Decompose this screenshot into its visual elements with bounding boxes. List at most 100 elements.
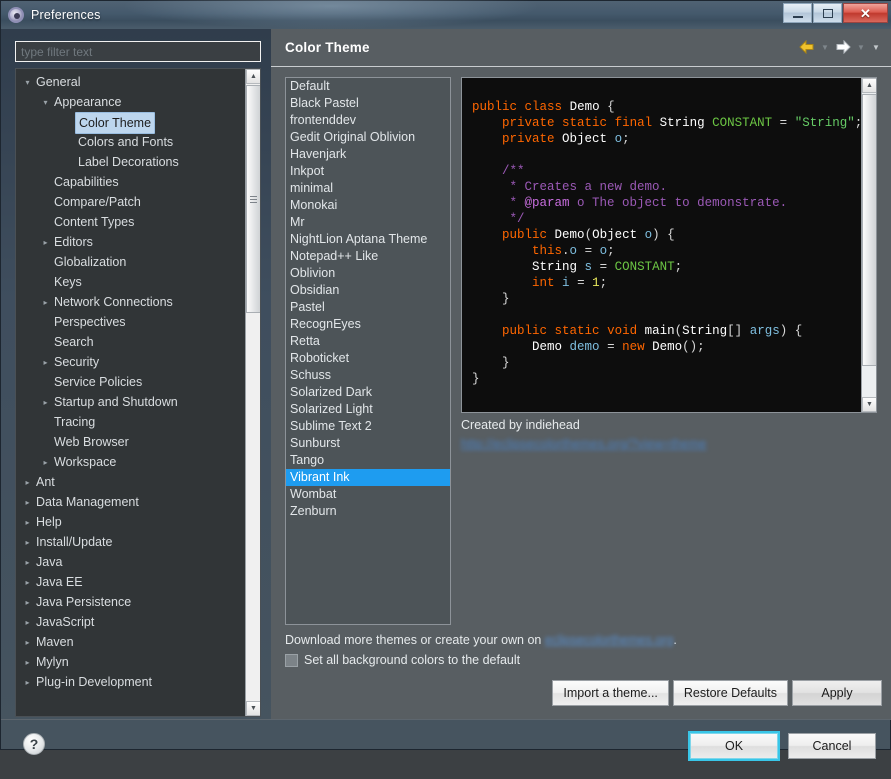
forward-arrow-icon[interactable]	[834, 38, 852, 56]
chevron-right-icon[interactable]	[22, 553, 33, 573]
theme-list-item[interactable]: frontenddev	[286, 112, 450, 129]
chevron-right-icon[interactable]	[22, 613, 33, 633]
chevron-right-icon[interactable]	[40, 353, 51, 373]
theme-list-item[interactable]: Havenjark	[286, 146, 450, 163]
restore-defaults-button[interactable]: Restore Defaults	[673, 680, 788, 706]
sidebar-item-java-ee[interactable]: Java EE	[16, 572, 246, 592]
eclipsecolorthemes-link[interactable]: eclipsecolorthemes.org	[545, 633, 674, 647]
sidebar-item-install-update[interactable]: Install/Update	[16, 532, 246, 552]
theme-list-item[interactable]: Wombat	[286, 486, 450, 503]
sidebar-item-mylyn[interactable]: Mylyn	[16, 652, 246, 672]
sidebar-item-data-management[interactable]: Data Management	[16, 492, 246, 512]
theme-list-item[interactable]: Sunburst	[286, 435, 450, 452]
sidebar-item-label-decorations[interactable]: Label Decorations	[16, 152, 246, 172]
theme-list-item[interactable]: Gedit Original Oblivion	[286, 129, 450, 146]
filter-input[interactable]: type filter text	[15, 41, 261, 62]
view-menu-chevron-down-icon[interactable]: ▼	[870, 38, 882, 56]
theme-list-item[interactable]: Obsidian	[286, 282, 450, 299]
chevron-right-icon[interactable]	[22, 533, 33, 553]
back-history-chevron-down-icon[interactable]: ▼	[819, 38, 831, 56]
theme-list-item[interactable]: Monokai	[286, 197, 450, 214]
apply-button[interactable]: Apply	[792, 680, 882, 706]
import-theme-button[interactable]: Import a theme...	[552, 680, 668, 706]
sidebar-item-search[interactable]: Search	[16, 332, 246, 352]
sidebar-item-keys[interactable]: Keys	[16, 272, 246, 292]
theme-list-item[interactable]: Black Pastel	[286, 95, 450, 112]
theme-list-item[interactable]: minimal	[286, 180, 450, 197]
minimize-button[interactable]	[783, 3, 812, 23]
tree-scrollbar-thumb[interactable]	[246, 85, 261, 313]
chevron-right-icon[interactable]	[22, 653, 33, 673]
chevron-right-icon[interactable]	[22, 573, 33, 593]
chevron-right-icon[interactable]	[22, 513, 33, 533]
sidebar-item-globalization[interactable]: Globalization	[16, 252, 246, 272]
theme-list-item[interactable]: Sublime Text 2	[286, 418, 450, 435]
chevron-right-icon[interactable]	[22, 493, 33, 513]
sidebar-item-security[interactable]: Security	[16, 352, 246, 372]
close-button[interactable]: ✕	[843, 3, 888, 23]
chevron-down-icon[interactable]	[22, 73, 33, 93]
sidebar-item-compare-patch[interactable]: Compare/Patch	[16, 192, 246, 212]
theme-list-item[interactable]: Tango	[286, 452, 450, 469]
theme-list-item[interactable]: NightLion Aptana Theme	[286, 231, 450, 248]
tree-scroll-up-icon[interactable]: ▲	[246, 69, 261, 84]
theme-list-item[interactable]: Pastel	[286, 299, 450, 316]
sidebar-item-ant[interactable]: Ant	[16, 472, 246, 492]
sidebar-item-workspace[interactable]: Workspace	[16, 452, 246, 472]
sidebar-item-startup-and-shutdown[interactable]: Startup and Shutdown	[16, 392, 246, 412]
help-question-icon[interactable]: ?	[23, 733, 45, 755]
sidebar-item-plug-in-development[interactable]: Plug-in Development	[16, 672, 246, 692]
theme-list-item[interactable]: RecognEyes	[286, 316, 450, 333]
chevron-right-icon[interactable]	[22, 673, 33, 693]
forward-history-chevron-down-icon[interactable]: ▼	[855, 38, 867, 56]
chevron-right-icon[interactable]	[40, 233, 51, 253]
theme-list-item[interactable]: Vibrant Ink	[286, 469, 450, 486]
theme-list-item[interactable]: Retta	[286, 333, 450, 350]
sidebar-item-general[interactable]: General	[16, 72, 246, 92]
theme-list[interactable]: DefaultBlack PastelfrontenddevGedit Orig…	[285, 77, 451, 625]
preview-scrollbar[interactable]: ▲ ▼	[861, 78, 876, 412]
sidebar-item-help[interactable]: Help	[16, 512, 246, 532]
chevron-down-icon[interactable]	[40, 93, 51, 113]
chevron-right-icon[interactable]	[40, 393, 51, 413]
preview-scroll-down-icon[interactable]: ▼	[862, 397, 877, 412]
sidebar-item-capabilities[interactable]: Capabilities	[16, 172, 246, 192]
tree-scroll-down-icon[interactable]: ▼	[246, 701, 261, 716]
sidebar-item-javascript[interactable]: JavaScript	[16, 612, 246, 632]
sidebar-item-color-theme[interactable]: Color Theme	[16, 112, 246, 132]
sidebar-item-maven[interactable]: Maven	[16, 632, 246, 652]
sidebar-item-editors[interactable]: Editors	[16, 232, 246, 252]
tree-scrollbar[interactable]: ▲ ▼	[245, 69, 260, 716]
preview-scrollbar-thumb[interactable]	[862, 94, 877, 366]
maximize-button[interactable]	[813, 3, 842, 23]
ok-button[interactable]: OK	[690, 733, 778, 759]
sidebar-item-perspectives[interactable]: Perspectives	[16, 312, 246, 332]
theme-list-item[interactable]: Roboticket	[286, 350, 450, 367]
sidebar-item-web-browser[interactable]: Web Browser	[16, 432, 246, 452]
theme-list-item[interactable]: Solarized Light	[286, 401, 450, 418]
sidebar-item-java-persistence[interactable]: Java Persistence	[16, 592, 246, 612]
default-background-checkbox-row[interactable]: Set all background colors to the default	[285, 653, 520, 667]
theme-list-item[interactable]: Mr	[286, 214, 450, 231]
sidebar-item-tracing[interactable]: Tracing	[16, 412, 246, 432]
back-arrow-icon[interactable]	[798, 38, 816, 56]
theme-author-link[interactable]: http://eclipsecolorthemes.org/?view=them…	[461, 437, 756, 451]
sidebar-item-java[interactable]: Java	[16, 552, 246, 572]
sidebar-item-content-types[interactable]: Content Types	[16, 212, 246, 232]
theme-list-item[interactable]: Solarized Dark	[286, 384, 450, 401]
sidebar-item-network-connections[interactable]: Network Connections	[16, 292, 246, 312]
default-background-checkbox[interactable]	[285, 654, 298, 667]
chevron-right-icon[interactable]	[22, 593, 33, 613]
preview-scroll-up-icon[interactable]: ▲	[862, 78, 877, 93]
sidebar-item-service-policies[interactable]: Service Policies	[16, 372, 246, 392]
theme-list-item[interactable]: Notepad++ Like	[286, 248, 450, 265]
theme-list-item[interactable]: Default	[286, 78, 450, 95]
chevron-right-icon[interactable]	[22, 473, 33, 493]
sidebar-item-colors-and-fonts[interactable]: Colors and Fonts	[16, 132, 246, 152]
theme-list-item[interactable]: Schuss	[286, 367, 450, 384]
sidebar-item-appearance[interactable]: Appearance	[16, 92, 246, 112]
chevron-right-icon[interactable]	[40, 453, 51, 473]
chevron-right-icon[interactable]	[22, 633, 33, 653]
theme-list-item[interactable]: Inkpot	[286, 163, 450, 180]
cancel-button[interactable]: Cancel	[788, 733, 876, 759]
